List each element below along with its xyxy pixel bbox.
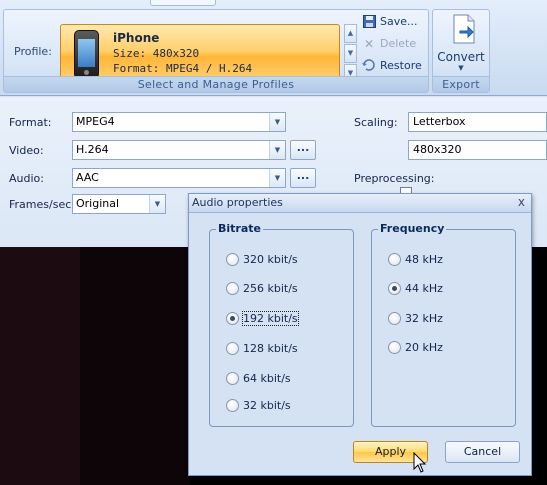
fps-label: Frames/sec: xyxy=(9,198,75,211)
save-label: Save... xyxy=(380,15,418,28)
video-label: Video: xyxy=(9,144,44,157)
video-select[interactable]: H.264 ▼ xyxy=(72,140,286,160)
frequency-option-48[interactable]: 48 kHz xyxy=(388,253,443,266)
convert-button[interactable]: Convert ▼ xyxy=(433,10,489,76)
frequency-option-label: 48 kHz xyxy=(405,253,443,266)
audio-value: AAC xyxy=(76,171,99,184)
radio-icon xyxy=(226,399,239,412)
scaling-select[interactable]: Letterbox xyxy=(408,112,547,132)
chevron-down-icon: ▼ xyxy=(458,64,464,72)
restore-label: Restore xyxy=(380,59,422,72)
bitrate-option-label: 64 kbit/s xyxy=(243,372,291,385)
profile-scroll: ▲ ▼ ▼ xyxy=(344,24,357,84)
bitrate-option-label: 320 kbit/s xyxy=(243,253,298,266)
chevron-down-icon: ▼ xyxy=(269,113,285,131)
radio-icon xyxy=(226,282,239,295)
ribbon-tab-stub xyxy=(150,0,216,6)
bitrate-legend: Bitrate xyxy=(216,222,263,235)
frequency-option-label: 44 kHz xyxy=(405,282,443,295)
cancel-button[interactable]: Cancel xyxy=(445,441,520,463)
preprocessing-label: Preprocessing: xyxy=(354,172,435,185)
chevron-down-icon: ▼ xyxy=(269,141,285,159)
video-settings-button[interactable]: ... xyxy=(290,140,316,160)
restore-icon xyxy=(362,59,376,73)
format-select[interactable]: MPEG4 ▼ xyxy=(72,112,286,132)
frequency-option-32[interactable]: 32 kHz xyxy=(388,312,443,325)
resolution-field[interactable]: 480x320 xyxy=(408,140,547,160)
bitrate-option-label: 32 kbit/s xyxy=(243,399,291,412)
floppy-icon xyxy=(362,15,376,29)
fps-select[interactable]: Original ▼ xyxy=(72,194,166,214)
mouse-cursor-icon xyxy=(413,452,427,473)
profile-label: Profile: xyxy=(14,45,52,58)
profile-name: iPhone xyxy=(113,31,160,45)
export-group: Convert ▼ Export xyxy=(432,9,490,93)
radio-icon xyxy=(226,253,239,266)
audio-label: Audio: xyxy=(9,172,44,185)
profiles-group: Profile: iPhone Size: 480x320 Format: MP… xyxy=(3,9,429,93)
delete-label: Delete xyxy=(380,37,417,50)
profile-selector[interactable]: iPhone Size: 480x320 Format: MPEG4 / H.2… xyxy=(60,24,340,84)
bitrate-option-64[interactable]: 64 kbit/s xyxy=(226,372,291,385)
convert-label: Convert xyxy=(437,50,485,64)
delete-button[interactable]: ✕ Delete xyxy=(362,35,416,52)
bitrate-option-label: 128 kbit/s xyxy=(243,342,298,355)
scroll-up-icon[interactable]: ▲ xyxy=(344,24,357,43)
format-value: MPEG4 xyxy=(76,115,115,128)
scroll-down-icon[interactable]: ▼ xyxy=(344,44,357,63)
bitrate-option-label: 192 kbit/s xyxy=(242,311,299,326)
bitrate-option-32[interactable]: 32 kbit/s xyxy=(226,399,291,412)
radio-icon xyxy=(226,372,239,385)
restore-button[interactable]: Restore xyxy=(362,57,422,74)
iphone-icon xyxy=(74,30,99,79)
frequency-group: Frequency 48 kHz 44 kHz 32 kHz 20 kHz xyxy=(371,222,516,427)
close-icon[interactable]: x xyxy=(518,194,525,211)
delete-x-icon: ✕ xyxy=(363,36,375,51)
fps-value: Original xyxy=(76,197,120,210)
radio-checked-icon xyxy=(388,282,401,295)
bitrate-option-128[interactable]: 128 kbit/s xyxy=(226,342,298,355)
scaling-label: Scaling: xyxy=(354,116,398,129)
frequency-option-label: 20 kHz xyxy=(405,341,443,354)
radio-icon xyxy=(388,341,401,354)
bitrate-option-256[interactable]: 256 kbit/s xyxy=(226,282,298,295)
radio-icon xyxy=(226,342,239,355)
chevron-down-icon: ▼ xyxy=(149,195,165,213)
profile-size: Size: 480x320 xyxy=(113,47,200,60)
chevron-down-icon: ▼ xyxy=(269,169,285,187)
dialog-titlebar: Audio properties x xyxy=(189,194,531,213)
dialog-title: Audio properties xyxy=(192,196,283,209)
ribbon: Profile: iPhone Size: 480x320 Format: MP… xyxy=(0,0,547,96)
bitrate-option-192[interactable]: 192 kbit/s xyxy=(226,311,299,326)
save-button[interactable]: Save... xyxy=(362,13,418,30)
video-value: H.264 xyxy=(76,143,109,156)
radio-checked-icon xyxy=(226,312,239,325)
profile-format: Format: MPEG4 / H.264 xyxy=(113,62,253,75)
audio-properties-dialog: Audio properties x Bitrate 320 kbit/s 25… xyxy=(188,193,532,476)
preview-band xyxy=(80,247,190,485)
format-label: Format: xyxy=(9,116,52,129)
export-group-caption: Export xyxy=(433,76,489,92)
frequency-option-20[interactable]: 20 kHz xyxy=(388,341,443,354)
profiles-group-caption: Select and Manage Profiles xyxy=(4,76,428,92)
audio-select[interactable]: AAC ▼ xyxy=(72,168,286,188)
radio-icon xyxy=(388,253,401,266)
bitrate-option-320[interactable]: 320 kbit/s xyxy=(226,253,298,266)
radio-icon xyxy=(388,312,401,325)
bitrate-option-label: 256 kbit/s xyxy=(243,282,298,295)
frequency-legend: Frequency xyxy=(378,222,447,235)
convert-icon xyxy=(451,14,477,44)
frequency-option-44[interactable]: 44 kHz xyxy=(388,282,443,295)
preview-band xyxy=(0,247,80,485)
frequency-option-label: 32 kHz xyxy=(405,312,443,325)
audio-settings-button[interactable]: ... xyxy=(290,168,316,188)
bitrate-group: Bitrate 320 kbit/s 256 kbit/s 192 kbit/s… xyxy=(209,222,354,427)
